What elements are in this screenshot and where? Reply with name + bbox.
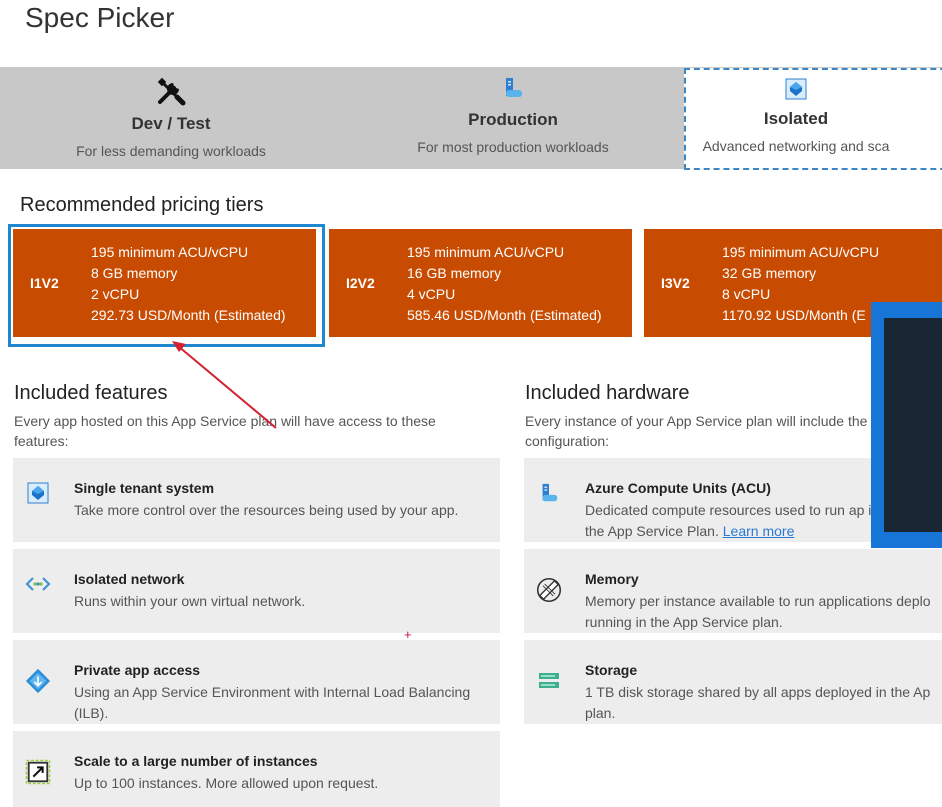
tab-description: For most production workloads: [417, 139, 609, 155]
tab-production[interactable]: Production For most production workloads: [342, 67, 684, 169]
learn-more-link[interactable]: Learn more: [723, 523, 795, 539]
compute-icon: [536, 480, 562, 506]
feature-description: Up to 100 instances. More allowed upon r…: [74, 775, 379, 791]
feature-description: Take more control over the resources bei…: [74, 502, 459, 518]
hardware-description-text: Memory per instance available to run app…: [585, 593, 931, 630]
tab-dev-test[interactable]: Dev / Test For less demanding workloads: [0, 67, 342, 169]
hardware-card-storage: Storage 1 TB disk storage shared by all …: [524, 640, 942, 724]
tier-specs: 195 minimum ACU/vCPU 32 GB memory 8 vCPU…: [722, 242, 879, 326]
feature-card-isolated-network: Isolated network Runs within your own vi…: [13, 549, 500, 633]
tier-code: I3V2: [661, 275, 690, 291]
tier-acu: 195 minimum ACU/vCPU: [722, 244, 880, 260]
tab-label: Isolated: [763, 109, 829, 128]
hardware-title: Memory: [585, 571, 639, 587]
tab-label: Dev / Test: [131, 114, 211, 133]
hardware-description: Every instance of your App Service plan …: [525, 413, 868, 449]
tab-description: For less demanding workloads: [76, 143, 266, 159]
memory-icon: [536, 577, 562, 603]
video-frame: [884, 318, 942, 532]
network-icon: [25, 571, 51, 597]
scale-icon: [25, 759, 51, 785]
tier-memory: 16 GB memory: [407, 265, 502, 281]
isolated-icon: [686, 78, 942, 100]
hardware-title: Azure Compute Units (ACU): [585, 480, 771, 496]
feature-title: Scale to a large number of instances: [74, 753, 318, 769]
tab-description: Advanced networking and sca: [702, 138, 890, 154]
tier-specs: 195 minimum ACU/vCPU 16 GB memory 4 vCPU…: [407, 242, 602, 326]
feature-card-single-tenant: Single tenant system Take more control o…: [13, 458, 500, 542]
tier-vcpu: 4 vCPU: [407, 286, 456, 302]
tier-price: 1170.92 USD/Month (E: [722, 307, 866, 323]
feature-title: Single tenant system: [74, 480, 215, 496]
features-heading: Included features: [14, 382, 168, 404]
tier-code: I2V2: [346, 275, 375, 291]
feature-description: Using an App Service Environment with In…: [74, 684, 471, 721]
tab-label: Production: [468, 110, 558, 129]
hardware-title: Storage: [585, 662, 638, 678]
hardware-card-memory: Memory Memory per instance available to …: [524, 549, 942, 633]
feature-title: Private app access: [74, 662, 201, 678]
feature-title: Isolated network: [74, 571, 185, 587]
tier-price: 585.46 USD/Month (Estimated): [407, 307, 602, 323]
pricing-heading: Recommended pricing tiers: [20, 194, 264, 216]
features-description: Every app hosted on this App Service pla…: [14, 413, 436, 449]
server-icon: [342, 76, 684, 100]
hardware-description-text: 1 TB disk storage shared by all apps dep…: [585, 684, 931, 721]
tier-card-i2v2[interactable]: I2V2 195 minimum ACU/vCPU 16 GB memory 4…: [329, 229, 632, 337]
single-tenant-icon: [25, 480, 51, 506]
tab-isolated[interactable]: Isolated Advanced networking and sca: [684, 68, 942, 170]
tools-icon: [0, 76, 342, 106]
hardware-heading: Included hardware: [525, 382, 690, 404]
hardware-description-text: Dedicated compute resources used to run …: [585, 500, 885, 542]
selected-tier-outline: [8, 224, 325, 347]
tier-acu: 195 minimum ACU/vCPU: [407, 244, 565, 260]
feature-card-scale: Scale to a large number of instances Up …: [13, 731, 500, 807]
feature-card-private-access: Private app access Using an App Service …: [13, 640, 500, 724]
page-title: Spec Picker: [25, 2, 175, 33]
tier-vcpu: 8 vCPU: [722, 286, 771, 302]
private-access-icon: [25, 668, 51, 694]
category-tabs: Dev / Test For less demanding workloads …: [0, 67, 942, 170]
video-overlay: [871, 302, 942, 548]
cursor-crosshair-icon: +: [404, 627, 412, 642]
storage-icon: [536, 668, 562, 694]
tier-memory: 32 GB memory: [722, 265, 817, 281]
feature-description: Runs within your own virtual network.: [74, 593, 306, 609]
